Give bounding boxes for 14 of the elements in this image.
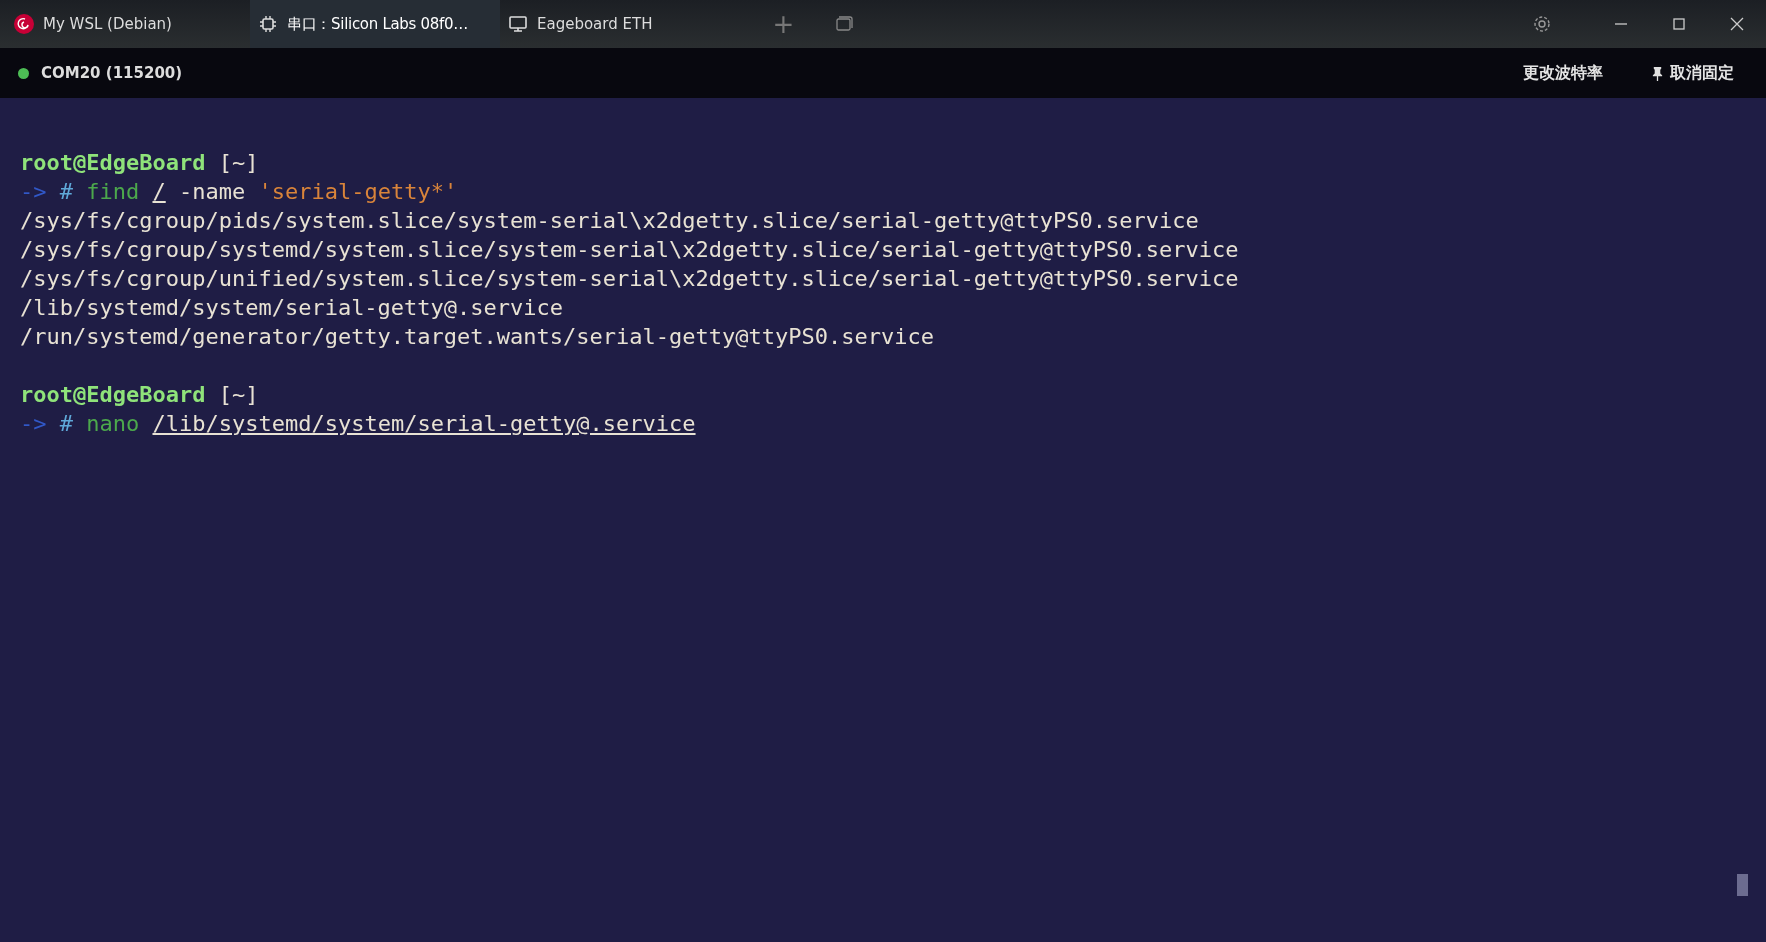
tab[interactable]: My WSL (Debian) <box>6 0 250 48</box>
tab[interactable]: 串口：Silicon Labs 08f0… <box>250 0 500 48</box>
windows-icon[interactable] <box>834 14 855 34</box>
port-label: COM20 (115200) <box>41 64 183 82</box>
chip-icon <box>258 14 278 34</box>
monitor-icon <box>508 14 528 34</box>
toolbar-button[interactable]: 更改波特率 <box>1519 58 1607 88</box>
swirl-icon <box>14 14 34 34</box>
terminal-output: root@EdgeBoard [~] -> # find / -name 'serial-getty*' /sys/fs/cgroup/pids/system.slice/system-serial\x2dgetty.slice/serial-getty@ttyPS0.service /sys/fs/cgroup/systemd/system.slice/system-serial\x2dgetty.slice/serial-getty@ttyPS0.service /sys/fs/cgroup/unified/system.slice/system-serial\x2dgetty.slice/serial-getty@ttyPS0.service /lib/systemd/system/serial-getty@.service /run/systemd/generator/getty.target.wants/serial-getty@ttyPS0.service root@EdgeBoard [~] -> # nano /lib/systemd/system/serial-getty@.service <box>0 98 1766 942</box>
tab[interactable]: Eageboard ETH <box>500 0 667 48</box>
scrollbar-thumb[interactable] <box>1737 874 1748 896</box>
toolbar-button[interactable]: 取消固定 <box>1647 58 1738 88</box>
pin-icon <box>1651 65 1664 81</box>
settings-icon[interactable] <box>1532 14 1552 34</box>
